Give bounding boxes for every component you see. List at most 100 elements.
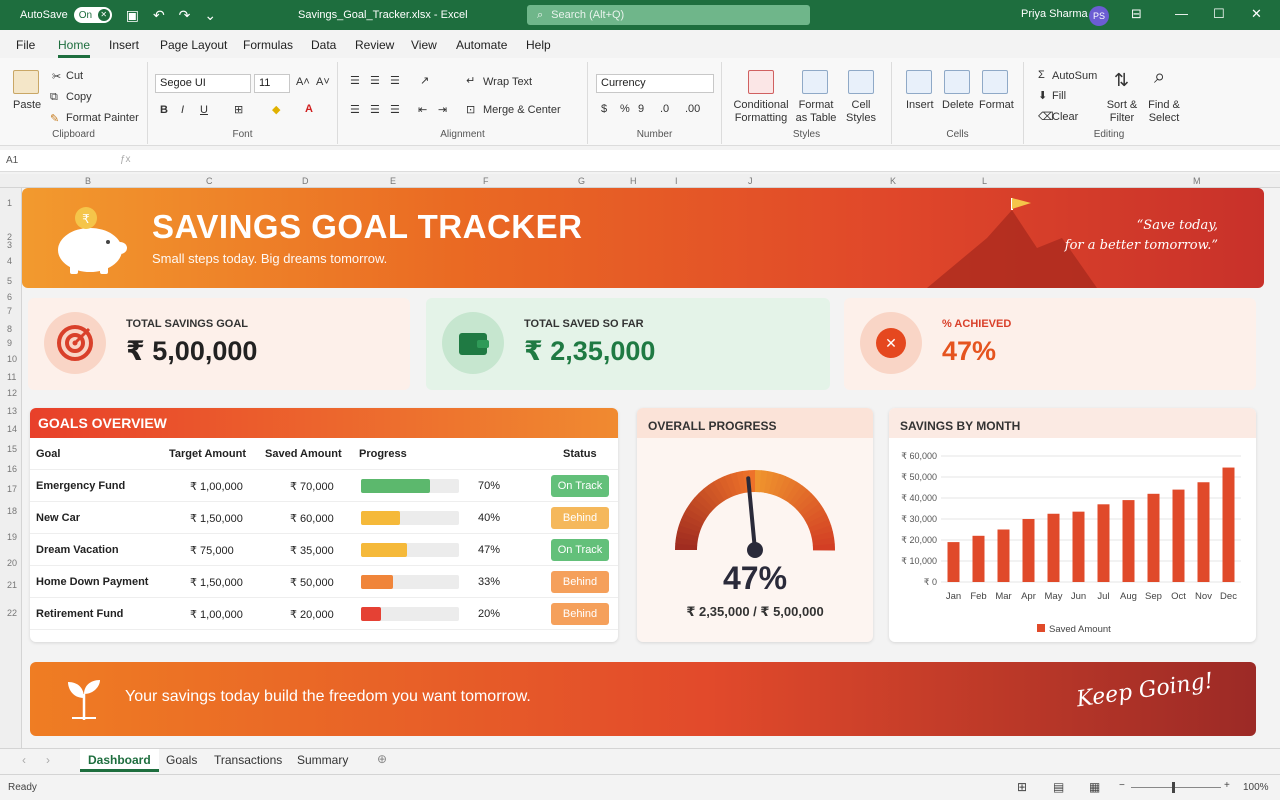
row-header[interactable]: 19	[7, 532, 17, 542]
align-left-icon[interactable]: ☰	[350, 103, 360, 116]
copy-icon[interactable]: ⧉	[50, 91, 58, 104]
paste-button[interactable]: Paste	[13, 99, 41, 111]
tab-automate[interactable]: Automate	[456, 38, 507, 52]
find-select-button[interactable]: Find & Select	[1144, 99, 1184, 125]
redo-icon[interactable]: ↷	[179, 7, 191, 24]
column-header[interactable]: M	[1193, 176, 1201, 186]
increase-decimal-icon[interactable]: .0	[660, 103, 669, 115]
tab-home[interactable]: Home	[58, 38, 91, 58]
align-top-icon[interactable]: ☰	[350, 74, 360, 87]
format-painter-icon[interactable]: ✎	[50, 112, 59, 125]
autosave-control[interactable]: AutoSave On	[20, 7, 112, 23]
tab-page-layout[interactable]: Page Layout	[160, 38, 227, 52]
row-header[interactable]: 9	[7, 338, 12, 348]
column-header[interactable]: H	[630, 176, 637, 186]
row-header[interactable]: 3	[7, 240, 12, 250]
row-header[interactable]: 8	[7, 324, 12, 334]
row-header[interactable]: 13	[7, 406, 17, 416]
conditional-formatting-icon[interactable]	[748, 70, 774, 94]
table-row[interactable]: Emergency Fund ₹ 1,00,000 ₹ 70,000 70% On Tr…	[30, 470, 618, 502]
insert-cells-button[interactable]: Insert	[906, 99, 934, 111]
format-cells-icon[interactable]	[982, 70, 1008, 94]
row-header[interactable]: 6	[7, 292, 12, 302]
row-header[interactable]: 22	[7, 608, 17, 618]
autosum-button[interactable]: AutoSum	[1052, 70, 1097, 82]
row-header[interactable]: 11	[7, 372, 16, 382]
row-header[interactable]: 1	[7, 198, 12, 208]
undo-icon[interactable]: ↶	[153, 7, 165, 24]
italic-icon[interactable]: I	[181, 104, 184, 116]
clear-button[interactable]: Clear	[1052, 111, 1078, 123]
sort-filter-button[interactable]: Sort & Filter	[1104, 99, 1140, 125]
column-header[interactable]: G	[578, 176, 585, 186]
zoom-level[interactable]: 100%	[1243, 782, 1269, 793]
shrink-font-icon[interactable]: A˅	[316, 76, 330, 88]
maximize-icon[interactable]: ☐	[1213, 6, 1225, 22]
align-center-icon[interactable]: ☰	[370, 103, 380, 116]
autosave-toggle[interactable]: On	[73, 7, 112, 23]
table-row[interactable]: New Car ₹ 1,50,000 ₹ 60,000 40% Behind	[30, 502, 618, 534]
column-header[interactable]: K	[890, 176, 896, 186]
zoom-in-icon[interactable]: +	[1224, 780, 1230, 791]
increase-indent-icon[interactable]: ⇥	[438, 103, 447, 116]
tab-formulas[interactable]: Formulas	[243, 38, 293, 52]
conditional-formatting-button[interactable]: Conditional Formatting	[732, 99, 790, 125]
decrease-decimal-icon[interactable]: .00	[685, 103, 700, 115]
tab-file[interactable]: File	[16, 38, 35, 52]
row-header[interactable]: 21	[7, 580, 17, 590]
column-header[interactable]: B	[85, 176, 91, 186]
zoom-slider-thumb[interactable]	[1172, 782, 1175, 793]
page-break-view-icon[interactable]: ▦	[1089, 780, 1100, 794]
insert-cells-icon[interactable]	[906, 70, 932, 94]
save-icon[interactable]: ▣	[126, 7, 139, 24]
font-name-select[interactable]: Segoe UI	[155, 74, 251, 93]
wrap-text-icon[interactable]: ↵	[466, 74, 475, 87]
font-size-select[interactable]: 11	[254, 74, 290, 93]
column-header[interactable]: E	[390, 176, 396, 186]
underline-icon[interactable]: U	[200, 104, 208, 116]
minimize-icon[interactable]: —	[1175, 6, 1188, 21]
tab-data[interactable]: Data	[311, 38, 336, 52]
function-icon[interactable]: ƒx	[120, 154, 131, 165]
tab-review[interactable]: Review	[355, 38, 394, 52]
sort-filter-icon[interactable]: ⇅	[1114, 70, 1129, 91]
font-color-icon[interactable]: A	[305, 103, 313, 115]
sheet-tab-summary[interactable]: Summary	[289, 749, 356, 772]
tab-insert[interactable]: Insert	[109, 38, 139, 52]
percent-icon[interactable]: %	[620, 103, 630, 115]
scroll-left-icon[interactable]: ‹	[22, 753, 26, 767]
copy-button[interactable]: Copy	[66, 91, 92, 103]
column-header[interactable]: I	[675, 176, 678, 186]
cell-styles-icon[interactable]	[848, 70, 874, 94]
column-header[interactable]: C	[206, 176, 213, 186]
merge-center-button[interactable]: Merge & Center	[483, 104, 561, 116]
format-painter-button[interactable]: Format Painter	[66, 112, 139, 124]
cut-icon[interactable]: ✂	[52, 70, 61, 83]
row-header[interactable]: 17	[7, 484, 17, 494]
normal-view-icon[interactable]: ⊞	[1017, 780, 1027, 794]
bold-icon[interactable]: B	[160, 104, 168, 116]
ribbon-display-icon[interactable]: ⊟	[1131, 6, 1142, 22]
avatar[interactable]: PS	[1089, 6, 1109, 26]
table-row[interactable]: Retirement Fund ₹ 1,00,000 ₹ 20,000 20% Behi…	[30, 598, 618, 630]
column-header[interactable]: D	[302, 176, 309, 186]
row-header[interactable]: 4	[7, 256, 12, 266]
borders-icon[interactable]: ⊞	[234, 103, 243, 116]
delete-cells-icon[interactable]	[944, 70, 970, 94]
column-header[interactable]: J	[748, 176, 753, 186]
table-row[interactable]: Dream Vacation ₹ 75,000 ₹ 35,000 47% On Trac…	[30, 534, 618, 566]
tab-view[interactable]: View	[411, 38, 437, 52]
merge-center-icon[interactable]: ⊡	[466, 103, 475, 116]
row-header[interactable]: 20	[7, 558, 17, 568]
tab-help[interactable]: Help	[526, 38, 551, 52]
number-format-select[interactable]: Currency	[596, 74, 714, 93]
align-right-icon[interactable]: ☰	[390, 103, 400, 116]
close-icon[interactable]: ✕	[1251, 6, 1262, 22]
row-header[interactable]: 5	[7, 276, 12, 286]
cell-styles-button[interactable]: Cell Styles	[842, 99, 880, 125]
zoom-out-icon[interactable]: −	[1119, 780, 1125, 791]
fill-button[interactable]: Fill	[1052, 90, 1066, 102]
currency-icon[interactable]: $	[601, 103, 607, 115]
zoom-slider[interactable]	[1131, 787, 1221, 788]
customize-toolbar-icon[interactable]: ⌄	[204, 7, 216, 24]
